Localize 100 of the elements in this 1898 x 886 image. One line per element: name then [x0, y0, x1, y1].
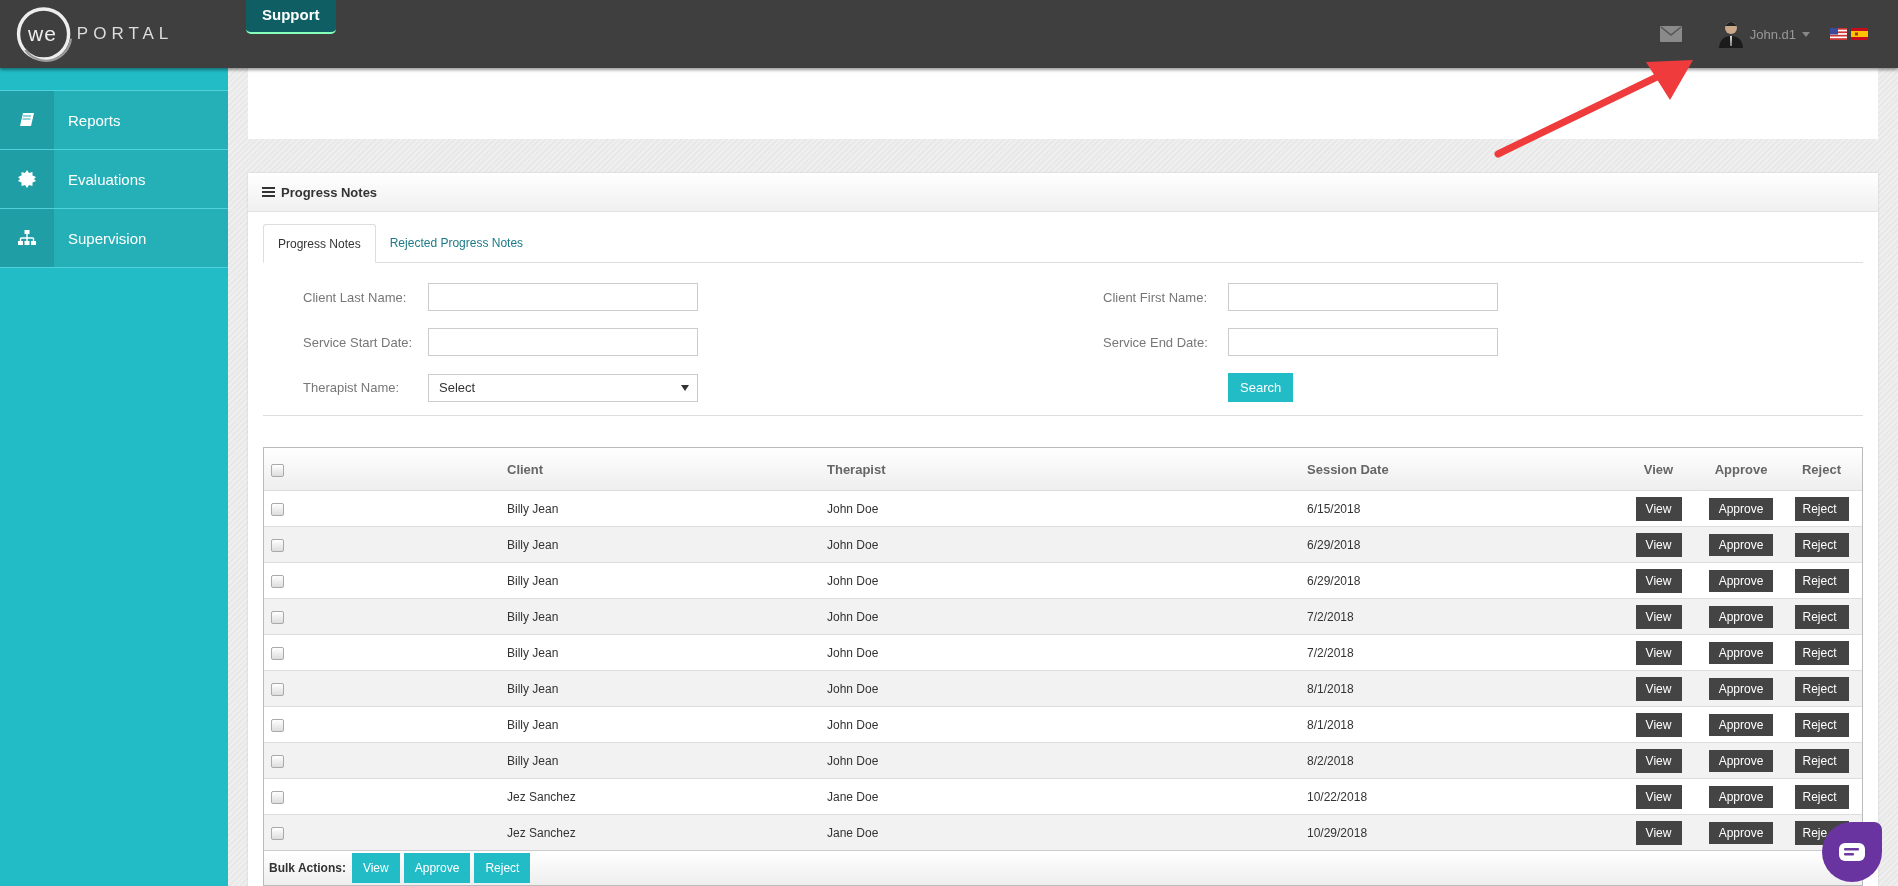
checkbox[interactable]	[271, 718, 284, 732]
field-label: Service End Date:	[1103, 334, 1209, 350]
reject-button[interactable]: Reject	[1794, 748, 1849, 773]
logo-text: PORTAL	[76, 24, 174, 44]
table-cell: 10/29/2018	[1307, 825, 1368, 840]
column-header: Reject	[1802, 461, 1841, 477]
approve-button[interactable]: Approve	[1708, 677, 1774, 700]
flag-icon[interactable]	[1851, 28, 1868, 40]
approve-button[interactable]: Approve	[1708, 785, 1774, 808]
tab[interactable]: Rejected Progress Notes	[375, 224, 538, 262]
approve-button[interactable]: Approve	[1708, 605, 1774, 628]
view-button[interactable]: View	[1635, 820, 1682, 845]
approve-button[interactable]: Approve	[1708, 569, 1774, 592]
view-button[interactable]: View	[1635, 532, 1682, 557]
checkbox[interactable]	[271, 826, 284, 840]
table-cell: John Doe	[827, 753, 879, 768]
view-button[interactable]: View	[1635, 712, 1682, 737]
field-label: Service Start Date:	[303, 334, 414, 350]
table-cell: 6/29/2018	[1307, 537, 1361, 552]
table-cell: John Doe	[827, 537, 879, 552]
table-cell: John Doe	[827, 573, 879, 588]
checkbox[interactable]	[271, 538, 284, 552]
table-cell: John Doe	[827, 609, 879, 624]
support-tab[interactable]: Support	[246, 0, 336, 34]
table-cell: Billy Jean	[507, 537, 559, 552]
reject-button[interactable]: Reject	[1794, 676, 1849, 701]
checkbox[interactable]	[271, 502, 284, 516]
reject-button[interactable]: Reject	[1794, 712, 1849, 737]
reject-button[interactable]: Reject	[1794, 532, 1849, 557]
table-cell: 8/1/2018	[1307, 717, 1354, 732]
table-cell: Jez Sanchez	[507, 825, 576, 840]
field-label: Client First Name:	[1103, 289, 1209, 305]
table-cell: Billy Jean	[507, 501, 559, 516]
table-cell: 6/29/2018	[1307, 573, 1361, 588]
view-button[interactable]: View	[1635, 748, 1682, 773]
table-cell: 8/2/2018	[1307, 753, 1354, 768]
table-cell: 7/2/2018	[1307, 609, 1354, 624]
avatar-icon	[1717, 20, 1744, 48]
tab[interactable]: Progress Notes	[263, 224, 376, 263]
table-cell: Billy Jean	[507, 573, 559, 588]
view-button[interactable]: View	[1635, 640, 1682, 665]
view-button[interactable]: View	[1635, 496, 1682, 521]
table-cell: 7/2/2018	[1307, 645, 1354, 660]
input-field[interactable]	[428, 328, 698, 356]
checkbox[interactable]	[271, 574, 284, 588]
table-cell: 8/1/2018	[1307, 681, 1354, 696]
approve-button[interactable]: Approve	[1708, 641, 1774, 664]
user-menu[interactable]: John.d1	[1749, 26, 1796, 42]
checkbox[interactable]	[271, 682, 284, 696]
panel-title: Progress Notes	[281, 184, 378, 200]
view-button[interactable]: View	[1635, 568, 1682, 593]
field-label: Client Last Name:	[303, 289, 408, 305]
table-cell: Billy Jean	[507, 645, 559, 660]
table-cell: Jane Doe	[827, 789, 879, 804]
view-button[interactable]: View	[1635, 676, 1682, 701]
approve-button[interactable]: Approve	[1708, 749, 1774, 772]
reject-button[interactable]: Reject	[1794, 640, 1849, 665]
checkbox[interactable]	[271, 610, 284, 624]
chat-icon	[1839, 843, 1865, 861]
column-header: Approve	[1714, 461, 1768, 477]
input-field[interactable]	[428, 283, 698, 311]
input-field[interactable]	[1228, 283, 1498, 311]
column-header: Therapist	[827, 461, 886, 477]
caret-icon	[681, 384, 689, 391]
book-icon	[19, 112, 35, 128]
checkbox[interactable]	[271, 463, 284, 477]
table-cell: Billy Jean	[507, 753, 559, 768]
column-header: Session Date	[1307, 461, 1389, 477]
checkbox[interactable]	[271, 646, 284, 660]
view-button[interactable]: View	[1635, 784, 1682, 809]
approve-button[interactable]: Approve	[1708, 497, 1774, 520]
view-button[interactable]: View	[1635, 604, 1682, 629]
approve-button[interactable]: Approve	[1708, 533, 1774, 556]
sitemap-icon	[18, 230, 36, 246]
table-cell: 6/15/2018	[1307, 501, 1361, 516]
list-icon	[262, 187, 275, 197]
input-field[interactable]	[1228, 328, 1498, 356]
reject-button[interactable]: Reject	[1794, 784, 1849, 809]
approve-button[interactable]: Approve	[1708, 821, 1774, 844]
table-cell: John Doe	[827, 645, 879, 660]
table-cell: Billy Jean	[507, 609, 559, 624]
select-field[interactable]: Select	[428, 373, 698, 402]
checkbox[interactable]	[271, 754, 284, 768]
column-header: View	[1643, 461, 1674, 477]
reject-button[interactable]: Reject	[1794, 496, 1849, 521]
mail-icon[interactable]	[1659, 26, 1682, 42]
badge-icon	[18, 170, 36, 188]
reject-button[interactable]: Reject	[1794, 568, 1849, 593]
table-cell: 10/22/2018	[1307, 789, 1368, 804]
column-header: Client	[507, 461, 544, 477]
flag-icon[interactable]	[1830, 28, 1847, 40]
reject-button[interactable]: Reject	[1794, 604, 1849, 629]
table-cell: Jez Sanchez	[507, 789, 576, 804]
caret-icon	[1802, 31, 1810, 37]
logo[interactable]: we PORTAL	[14, 2, 214, 66]
table-cell: Billy Jean	[507, 681, 559, 696]
checkbox[interactable]	[271, 790, 284, 804]
approve-button[interactable]: Approve	[1708, 713, 1774, 736]
bulk-actions-label: Bulk Actions:	[269, 861, 346, 875]
table-cell: John Doe	[827, 717, 879, 732]
